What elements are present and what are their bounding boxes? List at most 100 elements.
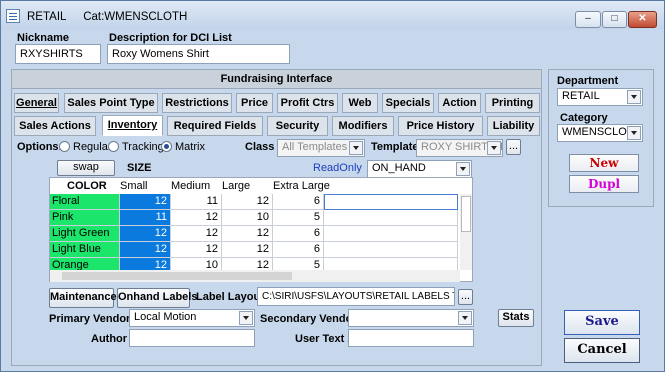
size-header-large: Large: [222, 180, 251, 192]
author-field[interactable]: [129, 329, 255, 347]
template-label: Template: [371, 141, 419, 153]
color-column-header: COLOR: [67, 180, 107, 192]
empty-cell[interactable]: [324, 210, 458, 226]
label-layout-label: Label Layout: [196, 291, 264, 303]
minimize-button[interactable]: –: [575, 11, 601, 28]
author-label: Author: [91, 333, 128, 345]
tab-action[interactable]: Action: [438, 93, 481, 113]
tab-sales-point-type[interactable]: Sales Point Type: [64, 93, 158, 113]
qty-cell[interactable]: 12: [120, 242, 171, 258]
size-header-small: Small: [120, 180, 148, 192]
qty-cell[interactable]: 11: [120, 210, 171, 226]
template-select[interactable]: ROXY SHIRTS/T: [416, 139, 503, 157]
qty-cell[interactable]: 5: [273, 210, 324, 226]
primary-vendor-value: Local Motion: [134, 311, 197, 323]
secondary-vendor-label: Secondary Vendor: [260, 313, 357, 325]
onhand-labels-button[interactable]: Onhand Labels: [117, 288, 197, 308]
fundraising-interface-bar[interactable]: Fundraising Interface: [11, 69, 542, 89]
maximize-button[interactable]: □: [602, 11, 627, 28]
save-button[interactable]: Save: [564, 310, 640, 335]
tab-liability[interactable]: Liability: [487, 116, 540, 136]
tab-specials[interactable]: Specials: [382, 93, 434, 113]
on-hand-select[interactable]: ON_HAND: [367, 160, 472, 178]
inventory-matrix-grid[interactable]: COLOR Small Medium Large Extra Large Flo…: [49, 177, 473, 282]
radio-tracking[interactable]: [108, 141, 119, 152]
class-select[interactable]: All Templates: [277, 139, 365, 157]
primary-vendor-label: Primary Vendor: [49, 313, 131, 325]
window-title: RETAIL Cat:WMENSCLOTH: [27, 11, 187, 23]
tab-security[interactable]: Security: [267, 116, 328, 136]
empty-cell[interactable]: [324, 226, 458, 242]
window-title-text: RETAIL: [27, 11, 66, 23]
tab-profit-ctrs[interactable]: Profit Ctrs: [277, 93, 338, 113]
label-layout-field[interactable]: C:\SIRI\USFS\LAYOUTS\RETAIL LABELS THAT: [257, 287, 455, 306]
cancel-button[interactable]: Cancel: [564, 338, 640, 363]
radio-tracking-label: Tracking: [122, 141, 164, 153]
primary-vendor-select[interactable]: Local Motion: [129, 309, 255, 327]
qty-cell[interactable]: 12: [222, 226, 273, 242]
tab-sales-actions[interactable]: Sales Actions: [14, 116, 96, 136]
chevron-down-icon: [239, 311, 253, 325]
maintenance-button[interactable]: Maintenance: [49, 288, 117, 308]
qty-cell[interactable]: 12: [222, 242, 273, 258]
color-cell[interactable]: Floral: [50, 194, 120, 210]
tab-restrictions[interactable]: Restrictions: [162, 93, 232, 113]
label-layout-ellipsis-button[interactable]: ...: [458, 289, 473, 305]
qty-cell[interactable]: 10: [222, 210, 273, 226]
tab-printing[interactable]: Printing: [485, 93, 540, 113]
description-field[interactable]: Roxy Womens Shirt: [107, 44, 290, 64]
app-icon: [6, 9, 20, 23]
chevron-down-icon: [349, 141, 363, 155]
color-cell[interactable]: Light Blue: [50, 242, 120, 258]
chevron-down-icon: [627, 90, 641, 104]
title-bar: RETAIL Cat:WMENSCLOTH – □ ✕: [1, 1, 664, 29]
secondary-vendor-select[interactable]: [348, 309, 474, 327]
tab-modifiers[interactable]: Modifiers: [332, 116, 394, 136]
horizontal-scrollbar[interactable]: [50, 270, 460, 282]
qty-cell[interactable]: 6: [273, 194, 324, 210]
qty-cell[interactable]: 12: [120, 226, 171, 242]
template-ellipsis-button[interactable]: ...: [506, 139, 521, 155]
description-label: Description for DCI List: [109, 32, 232, 44]
size-header-medium: Medium: [171, 180, 211, 192]
qty-cell[interactable]: 6: [273, 226, 324, 242]
readonly-label: ReadOnly: [313, 162, 362, 174]
nickname-field[interactable]: RXYSHIRTS: [15, 44, 101, 64]
tab-price[interactable]: Price: [236, 93, 273, 113]
tab-inventory[interactable]: Inventory: [102, 115, 163, 136]
qty-cell[interactable]: 12: [171, 210, 222, 226]
dupl-button[interactable]: Dupl: [569, 175, 639, 193]
color-cell[interactable]: Light Green: [50, 226, 120, 242]
tab-required-fields[interactable]: Required Fields: [167, 116, 263, 136]
new-button[interactable]: New: [569, 154, 639, 172]
radio-matrix[interactable]: [161, 141, 172, 152]
tab-general[interactable]: General: [14, 93, 59, 113]
tab-price-history[interactable]: Price History: [398, 116, 483, 136]
retail-window: RETAIL Cat:WMENSCLOTH – □ ✕ Nickname RXY…: [0, 0, 665, 372]
qty-cell[interactable]: 12: [171, 226, 222, 242]
chevron-down-icon: [627, 126, 641, 140]
empty-cell[interactable]: [324, 242, 458, 258]
department-value: RETAIL: [562, 90, 600, 102]
size-header-extra-large: Extra Large: [273, 180, 330, 192]
qty-cell[interactable]: 12: [171, 242, 222, 258]
size-axis-label: SIZE: [127, 162, 152, 174]
color-cell[interactable]: Pink: [50, 210, 120, 226]
empty-cell[interactable]: [324, 194, 458, 210]
qty-cell[interactable]: 6: [273, 242, 324, 258]
qty-cell[interactable]: 11: [171, 194, 222, 210]
qty-cell[interactable]: 12: [222, 194, 273, 210]
category-select[interactable]: WMENSCLOTI: [557, 124, 643, 142]
stats-button[interactable]: Stats: [498, 309, 534, 327]
close-button[interactable]: ✕: [628, 11, 657, 28]
radio-matrix-label: Matrix: [175, 141, 205, 153]
swap-button[interactable]: swap: [57, 160, 115, 176]
vertical-scroll-thumb[interactable]: [461, 196, 471, 232]
radio-regular[interactable]: [59, 141, 70, 152]
tab-web[interactable]: Web: [342, 93, 378, 113]
qty-cell[interactable]: 12: [120, 194, 171, 210]
user-text2-field[interactable]: [348, 329, 474, 347]
vertical-scrollbar[interactable]: [460, 194, 472, 270]
department-select[interactable]: RETAIL: [557, 88, 643, 106]
horizontal-scroll-thumb[interactable]: [62, 272, 292, 280]
